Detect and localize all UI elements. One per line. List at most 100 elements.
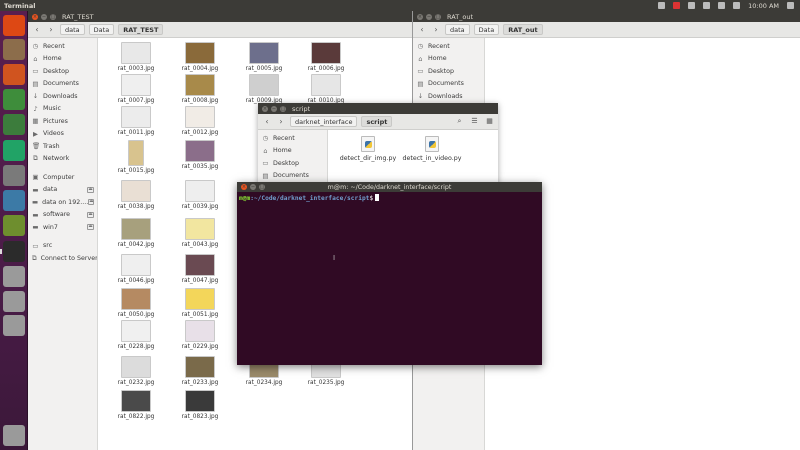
sidebar-item[interactable]: ▭ Desktop [28, 65, 97, 78]
sidebar-item[interactable]: ▤ Documents [28, 78, 97, 91]
sidebar-item[interactable]: ↓ Downloads [28, 90, 97, 103]
minimize-button[interactable]: − [41, 13, 47, 20]
sidebar-item[interactable]: ▦ Pictures [28, 115, 97, 128]
sidebar-item[interactable]: ⌂ Home [258, 145, 327, 158]
breadcrumb-data-2[interactable]: Data [88, 24, 115, 35]
breadcrumb-data[interactable]: data [445, 24, 470, 35]
sidebar-item[interactable]: ◷ Recent [258, 132, 327, 145]
file-item[interactable]: rat_0008.jpg [178, 74, 222, 104]
sidebar-item[interactable]: ▭ Desktop [413, 65, 484, 78]
sidebar-item[interactable]: ▬ software ⏏ [28, 209, 97, 222]
files-icon[interactable] [3, 39, 25, 60]
drive-icon[interactable] [3, 266, 25, 287]
dash-icon[interactable] [3, 15, 25, 36]
file-item[interactable]: rat_0004.jpg [178, 42, 222, 72]
breadcrumb-rat-test[interactable]: RAT_TEST [118, 24, 164, 35]
file-item[interactable]: rat_0047.jpg [178, 254, 222, 284]
list-view-icon[interactable]: ☰ [470, 117, 479, 126]
breadcrumb-rat-out[interactable]: RAT_out [503, 24, 543, 35]
eject-icon[interactable]: ⏏ [87, 211, 94, 218]
maximize-button[interactable]: □ [280, 105, 286, 112]
sidebar-item[interactable]: ▣ Computer [28, 171, 97, 184]
drive-2-icon[interactable] [3, 291, 25, 312]
file-item[interactable]: rat_0822.jpg [114, 390, 158, 420]
file-item[interactable]: rat_0009.jpg [242, 74, 286, 104]
maximize-button[interactable]: □ [259, 184, 265, 190]
file-item[interactable]: rat_0015.jpg [114, 140, 158, 174]
bluetooth-icon[interactable] [688, 2, 696, 9]
terminal-output[interactable]: m@m:~/Code/darknet_interface/script$ [237, 192, 542, 365]
maximize-button[interactable]: □ [50, 13, 56, 20]
file-item[interactable]: rat_0012.jpg [178, 106, 222, 136]
minimize-button[interactable]: − [250, 184, 256, 190]
back-button[interactable]: ‹ [32, 25, 42, 35]
file-item[interactable]: rat_0050.jpg [114, 288, 158, 318]
clock[interactable]: 10:00 AM [748, 2, 779, 10]
drive-3-icon[interactable] [3, 315, 25, 336]
maximize-button[interactable]: □ [435, 13, 441, 20]
close-button[interactable]: × [262, 105, 268, 112]
indicator-icon[interactable] [673, 2, 681, 9]
minimize-button[interactable]: − [426, 13, 432, 20]
breadcrumb-data[interactable]: data [60, 24, 85, 35]
sidebar-item[interactable]: ▬ win7 ⏏ [28, 221, 97, 234]
breadcrumb-script[interactable]: script [361, 116, 393, 127]
file-item[interactable]: rat_0042.jpg [114, 218, 158, 248]
menu-icon[interactable]: ▦ [485, 117, 494, 126]
sidebar-item[interactable]: ▤ Documents [258, 170, 327, 183]
search-icon[interactable]: ⌕ [455, 117, 464, 126]
breadcrumb-darknet-interface[interactable]: darknet_interface [290, 116, 358, 127]
sidebar-item[interactable]: ▭ src [28, 240, 97, 253]
sidebar-item[interactable]: ▬ data on 192.... ⏏ [28, 196, 97, 209]
sidebar-item[interactable]: ⌂ Home [413, 53, 484, 66]
sidebar-item[interactable]: ⌂ Home [28, 53, 97, 66]
chrome-icon[interactable] [3, 89, 25, 110]
file-item[interactable]: rat_0051.jpg [178, 288, 222, 318]
eject-icon[interactable]: ⏏ [87, 224, 94, 231]
file-item[interactable]: rat_0823.jpg [178, 390, 222, 420]
file-item[interactable]: rat_0005.jpg [242, 42, 286, 72]
file-item[interactable]: rat_0003.jpg [114, 42, 158, 72]
volume-icon[interactable] [733, 2, 741, 9]
file-item[interactable]: rat_0039.jpg [178, 180, 222, 210]
sidebar-item[interactable]: ▤ Documents [413, 78, 484, 91]
file-item[interactable]: rat_0011.jpg [114, 106, 158, 136]
minimize-button[interactable]: − [271, 105, 277, 112]
file-item[interactable]: rat_0233.jpg [178, 356, 222, 386]
file-item[interactable]: rat_0043.jpg [178, 218, 222, 248]
trash-icon[interactable] [3, 425, 25, 446]
file-item[interactable]: rat_0046.jpg [114, 254, 158, 284]
keyboard-icon[interactable] [718, 2, 726, 9]
breadcrumb-data-2[interactable]: Data [473, 24, 500, 35]
close-button[interactable]: × [417, 13, 423, 20]
file-item[interactable]: detect_dir_img.py [336, 136, 400, 162]
close-button[interactable]: × [32, 13, 38, 20]
system-monitor-icon[interactable] [3, 190, 25, 211]
eject-icon[interactable]: ⏏ [88, 199, 95, 206]
sidebar-item[interactable]: ▶ Videos [28, 128, 97, 141]
sidebar-item[interactable]: ◷ Recent [413, 40, 484, 53]
forward-button[interactable]: › [431, 25, 441, 35]
file-item[interactable]: rat_0038.jpg [114, 180, 158, 210]
forward-button[interactable]: › [46, 25, 56, 35]
settings-icon[interactable] [3, 165, 25, 186]
sidebar-item[interactable]: ⧉ Connect to Server [28, 252, 97, 265]
firefox-icon[interactable] [3, 64, 25, 85]
close-button[interactable]: × [241, 184, 247, 190]
pycharm-icon[interactable] [3, 140, 25, 161]
sidebar-item[interactable]: ▬ data ⏏ [28, 184, 97, 197]
back-button[interactable]: ‹ [417, 25, 427, 35]
back-button[interactable]: ‹ [262, 117, 272, 127]
sidebar-item[interactable]: ♪ Music [28, 103, 97, 116]
dropbox-icon[interactable] [658, 2, 666, 9]
file-item[interactable]: rat_0010.jpg [304, 74, 348, 104]
sidebar-item[interactable]: ◷ Recent [28, 40, 97, 53]
file-item[interactable]: rat_0232.jpg [114, 356, 158, 386]
file-item[interactable]: rat_0007.jpg [114, 74, 158, 104]
sidebar-item[interactable]: ⧉ Network [28, 153, 97, 166]
file-item[interactable]: rat_0228.jpg [114, 320, 158, 350]
forward-button[interactable]: › [276, 117, 286, 127]
file-item[interactable]: detect_in_video.py [400, 136, 464, 162]
file-item[interactable]: rat_0006.jpg [304, 42, 348, 72]
terminal-icon[interactable] [0, 241, 25, 262]
